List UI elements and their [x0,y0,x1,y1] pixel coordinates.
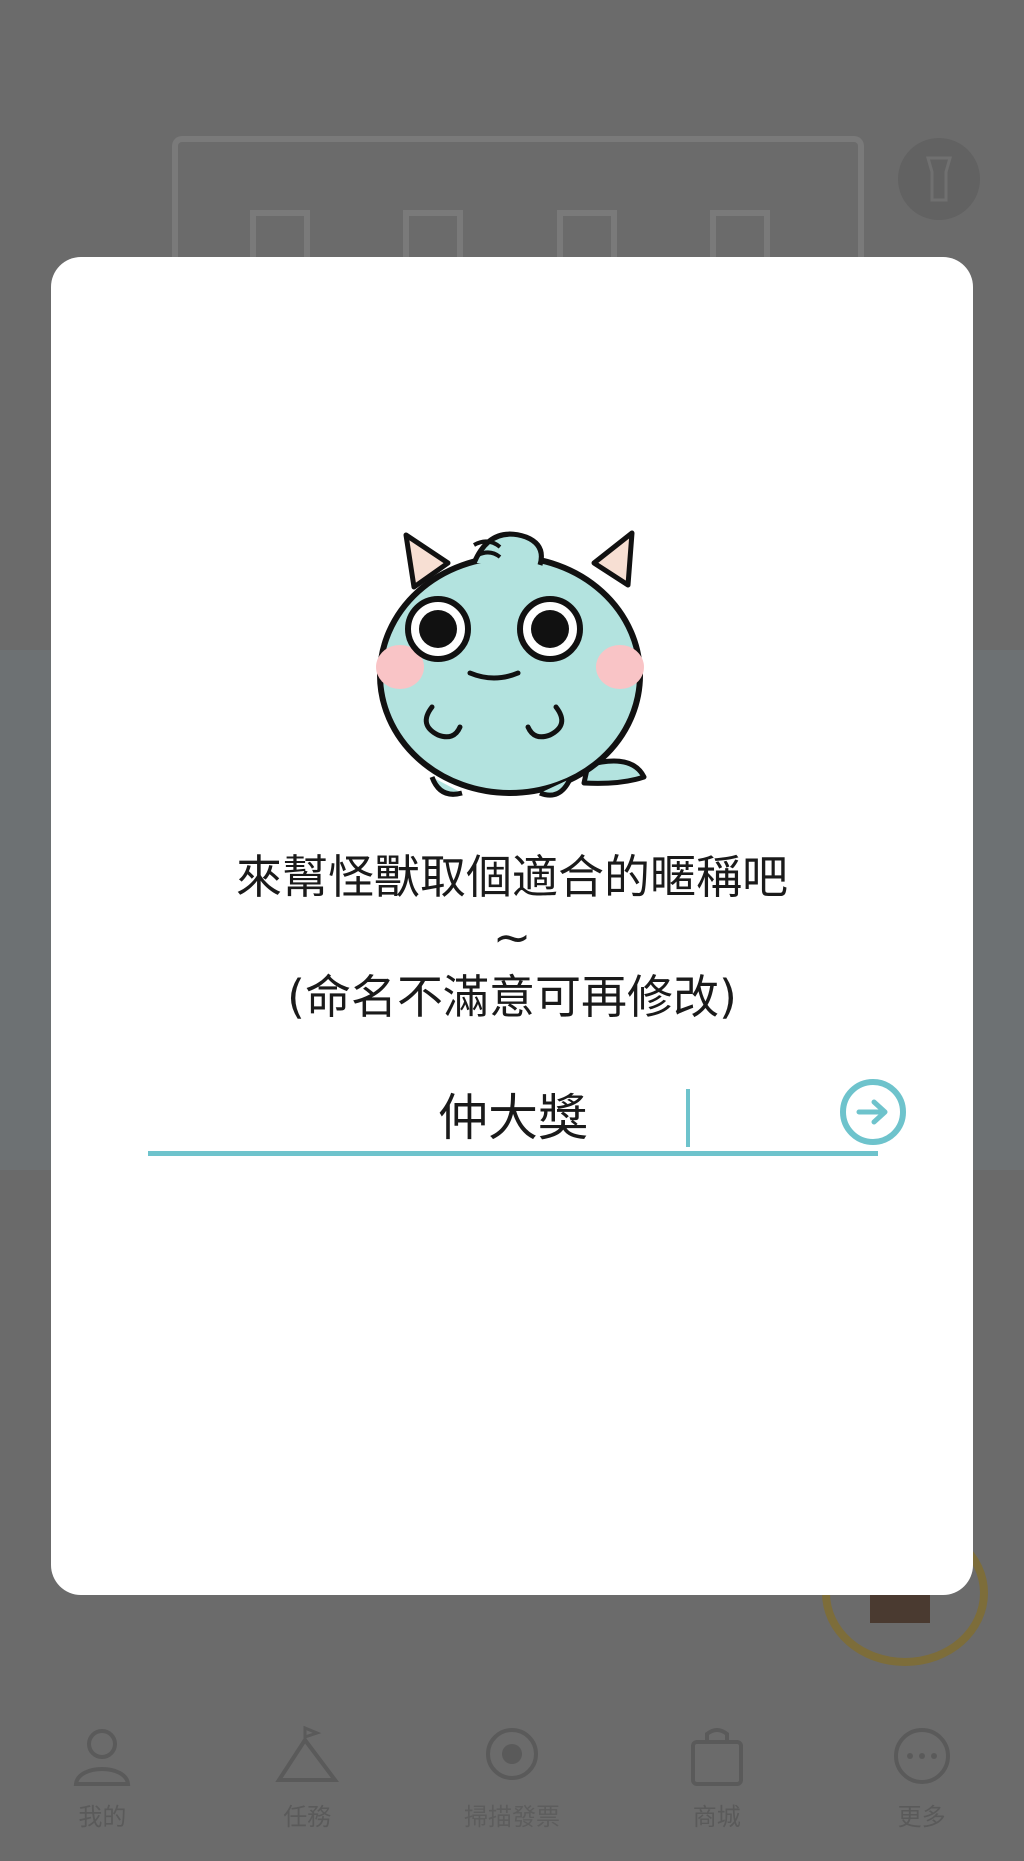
nav-item-shop: 商城 [637,1721,797,1832]
nav-label: 任務 [283,1803,332,1831]
nav-item-more: 更多 [842,1721,1002,1832]
more-icon [887,1721,957,1791]
naming-dialog: 來幫怪獸取個適合的暱稱吧 ~ (命名不滿意可再修改) [51,257,973,1595]
nav-label: 掃描發票 [463,1803,560,1831]
flashlight-icon [926,156,952,202]
flashlight-button [898,138,980,220]
prompt-line-1: 來幫怪獸取個適合的暱稱吧 [236,850,788,904]
nickname-input[interactable] [148,1077,878,1156]
nav-label: 商城 [692,1803,741,1831]
naming-prompt: 來幫怪獸取個適合的暱稱吧 ~ (命名不滿意可再修改) [51,847,973,1027]
prompt-line-3: (命名不滿意可再修改) [287,970,737,1024]
arrow-right-icon [856,1099,888,1125]
scan-icon [477,1721,547,1791]
monster-mascot-icon [376,530,647,798]
nickname-input-row [148,1077,906,1157]
nav-item-tasks: 任務 [227,1721,387,1832]
person-icon [67,1721,137,1791]
submit-button[interactable] [840,1079,906,1145]
text-caret [686,1089,690,1147]
prompt-line-2: ~ [492,910,532,964]
nav-label: 更多 [897,1803,946,1831]
nav-item-scan: 掃描發票 [432,1721,592,1832]
nav-item-mine: 我的 [22,1721,182,1832]
nav-label: 我的 [78,1803,127,1831]
mountain-flag-icon [272,1721,342,1791]
bottom-nav: 我的 任務 掃描發票 商城 更多 [0,1681,1024,1861]
shopping-bag-icon [682,1721,752,1791]
